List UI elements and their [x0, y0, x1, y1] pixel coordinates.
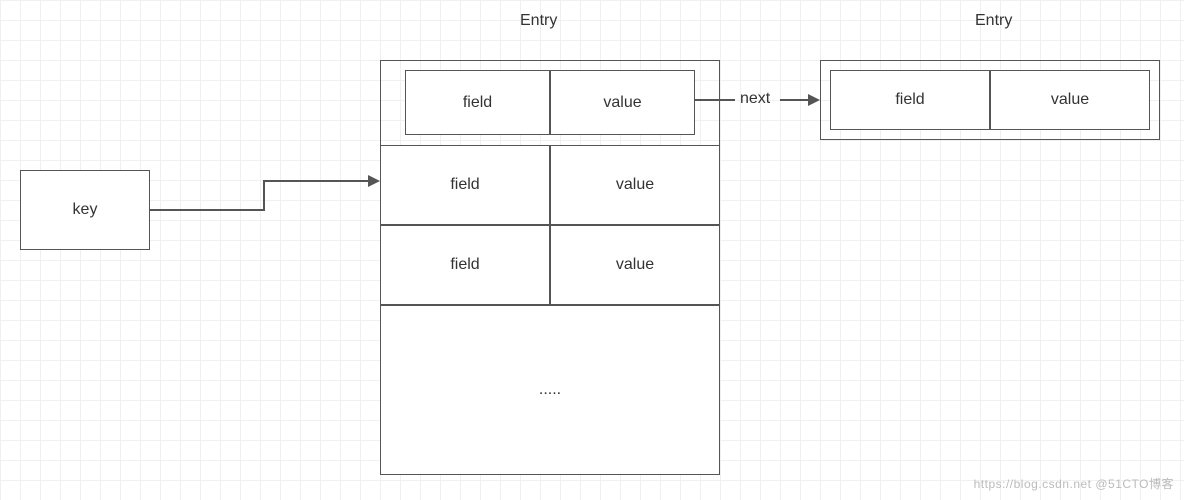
value-label: value: [616, 256, 654, 274]
entry1-row1-field: field: [405, 70, 550, 135]
field-label: field: [450, 256, 479, 274]
arrow-next-line1: [695, 99, 735, 101]
entry1-row1-value: value: [550, 70, 695, 135]
entry1-row3-value: value: [550, 225, 720, 305]
field-label: field: [895, 91, 924, 109]
value-label: value: [1051, 91, 1089, 109]
field-label: field: [463, 94, 492, 112]
key-box: key: [20, 170, 150, 250]
field-label: field: [450, 176, 479, 194]
entry1-ellipsis-row: .....: [380, 305, 720, 475]
entry1-row3-field: field: [380, 225, 550, 305]
next-label: next: [740, 90, 770, 108]
watermark: https://blog.csdn.net @51CTO博客: [974, 475, 1174, 492]
entry2-field: field: [830, 70, 990, 130]
value-label: value: [616, 176, 654, 194]
arrow-next-head: [808, 94, 820, 106]
entry2-title: Entry: [975, 12, 1012, 30]
ellipsis-label: .....: [539, 381, 561, 399]
arrow-key-to-entry-v: [263, 180, 265, 211]
key-label: key: [73, 201, 98, 219]
arrow-key-to-entry-h2: [263, 180, 370, 182]
arrow-next-line2: [780, 99, 810, 101]
entry1-title: Entry: [520, 12, 557, 30]
value-label: value: [603, 94, 641, 112]
entry2-value: value: [990, 70, 1150, 130]
entry1-row2-field: field: [380, 145, 550, 225]
arrow-key-to-entry-h1: [150, 209, 265, 211]
entry1-row2-value: value: [550, 145, 720, 225]
arrow-key-to-entry-head: [368, 175, 380, 187]
